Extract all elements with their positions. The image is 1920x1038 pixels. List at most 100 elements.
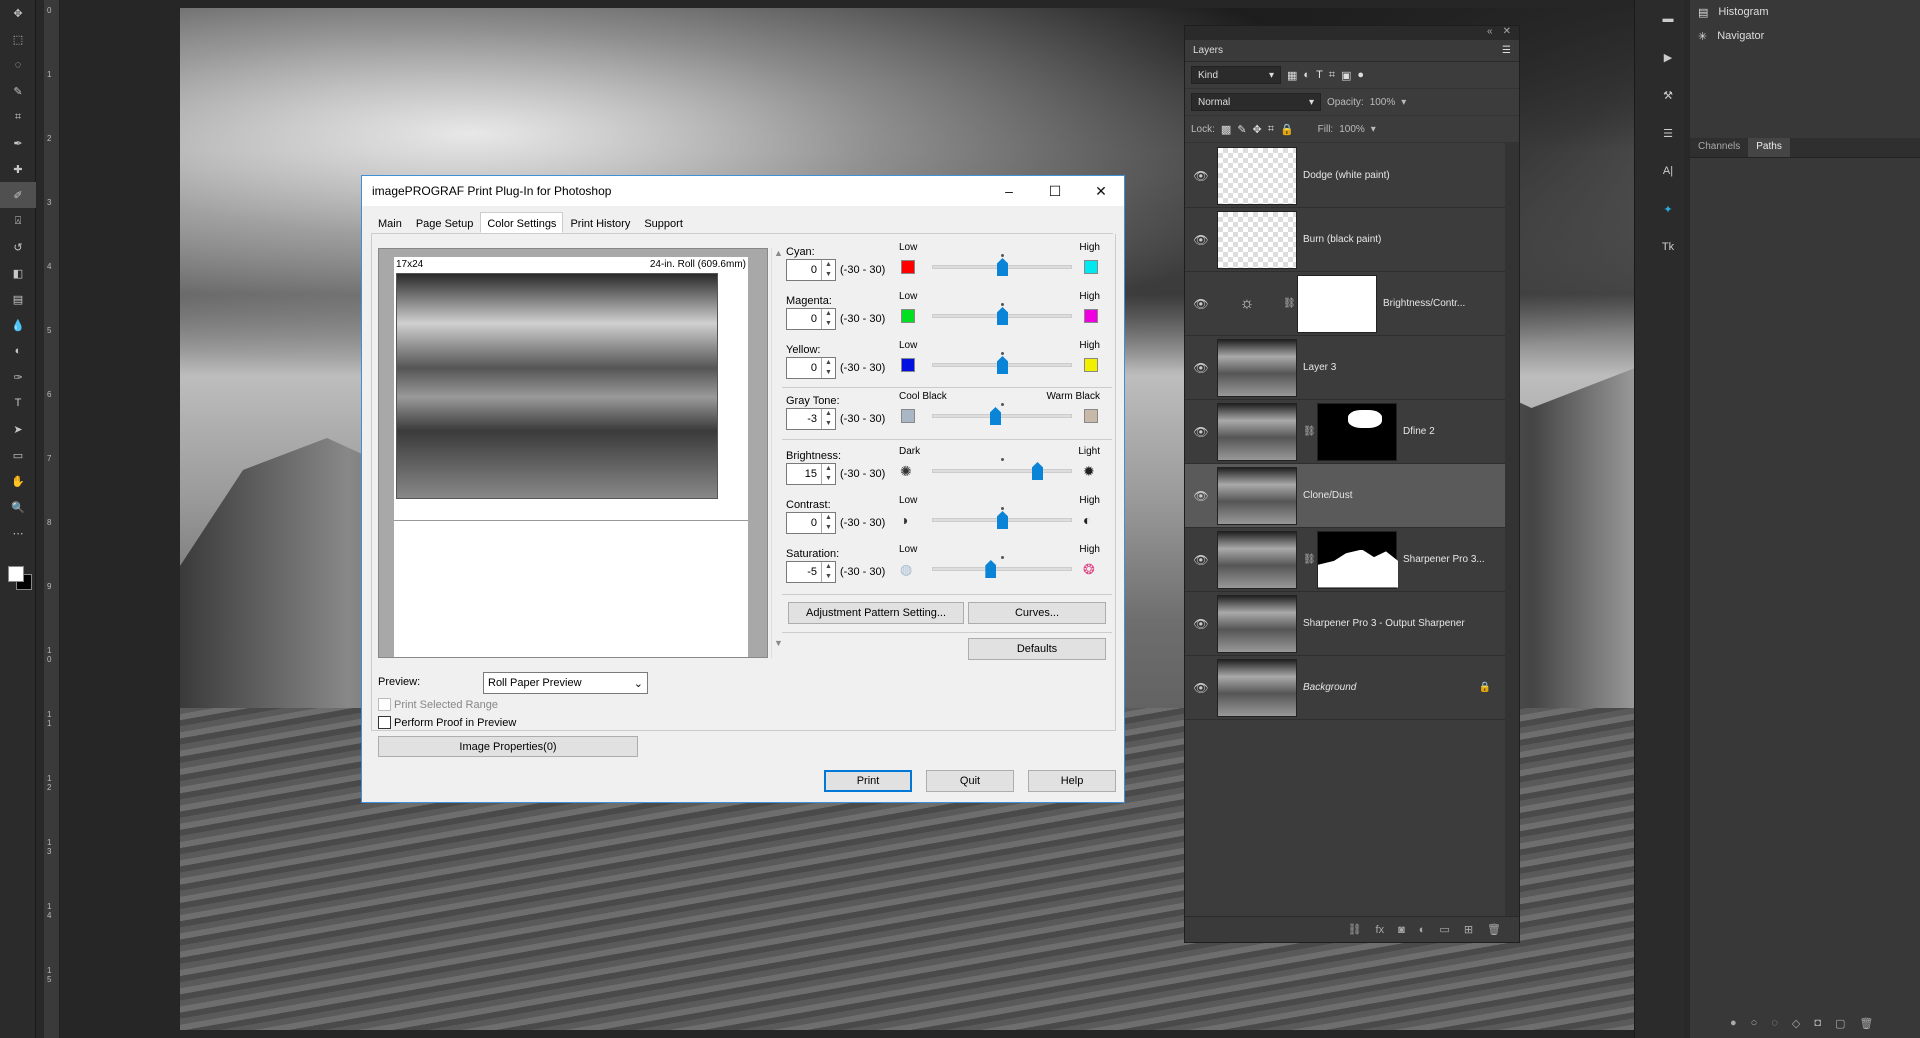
collapse-icon[interactable]: « (1487, 26, 1493, 40)
gray-tone-slider-track[interactable] (932, 414, 1072, 418)
spin-up-icon[interactable]: ▲ (822, 562, 835, 572)
minimize-icon[interactable]: – (986, 176, 1032, 206)
saturation-spinbox[interactable]: -5 ▲ ▼ (786, 561, 836, 583)
opacity-value[interactable]: 100% (1370, 97, 1396, 108)
print-selected-range-checkbox[interactable] (378, 698, 391, 711)
add-mask-icon[interactable]: ◙ (1398, 924, 1405, 936)
mask-link-icon[interactable]: ⛓ (1303, 554, 1316, 565)
layer-thumbnail[interactable] (1217, 146, 1297, 205)
histogram-item[interactable]: ▤ Histogram (1690, 0, 1920, 24)
fx-icon[interactable]: fx (1376, 924, 1385, 936)
spin-down-icon[interactable]: ▼ (822, 319, 835, 329)
spin-down-icon[interactable]: ▼ (822, 474, 835, 484)
layer-row[interactable]: 👁 ☼ ⛓ Brightness/Contr... (1185, 272, 1505, 336)
marquee-tool[interactable]: ⬚ (0, 26, 36, 52)
visibility-eye-icon[interactable]: 👁 (1185, 169, 1217, 183)
shape-tool[interactable]: ▭ (0, 442, 36, 468)
filter-adjustment-icon[interactable]: ◐ (1303, 69, 1310, 81)
layer-thumbnail[interactable] (1217, 338, 1297, 397)
tk-panel-icon[interactable]: Tk (1650, 228, 1686, 266)
healing-tool[interactable]: ✚ (0, 156, 36, 182)
filter-pixel-icon[interactable]: ▦ (1287, 69, 1297, 82)
lock-artboard-icon[interactable]: ⌗ (1268, 123, 1274, 136)
hand-tool[interactable]: ✋ (0, 468, 36, 494)
mask-link-icon[interactable]: ⛓ (1303, 426, 1316, 437)
navigator-item[interactable]: ✳ Navigator (1690, 24, 1920, 48)
lock-transparent-icon[interactable]: ▩ (1221, 123, 1231, 136)
visibility-eye-icon[interactable]: 👁 (1185, 617, 1217, 631)
stroke-path-icon[interactable]: ○ (1751, 1017, 1758, 1030)
spin-up-icon[interactable]: ▲ (822, 260, 835, 270)
layer-row[interactable]: 👁 ⛓ Sharpener Pro 3... (1185, 528, 1505, 592)
chevron-down-icon[interactable]: ▾ (1371, 124, 1376, 135)
layer-name[interactable]: Dfine 2 (1403, 426, 1505, 437)
layer-name[interactable]: Clone/Dust (1303, 490, 1505, 501)
load-selection-icon[interactable]: ◌ (1771, 1017, 1778, 1030)
maximize-icon[interactable]: ☐ (1032, 176, 1078, 206)
panel-menu-icon[interactable]: ☰ (1502, 45, 1511, 56)
layer-thumbnail[interactable] (1217, 530, 1297, 589)
add-mask-icon[interactable]: ◘ (1814, 1017, 1821, 1030)
print-button[interactable]: Print (824, 770, 912, 792)
blend-mode-select[interactable]: Normal ▾ (1191, 93, 1321, 111)
layer-name[interactable]: Dodge (white paint) (1303, 170, 1505, 181)
histogram-panel-icon[interactable]: ▬ (1650, 0, 1686, 38)
layer-mask-thumbnail[interactable] (1317, 530, 1398, 589)
layer-row[interactable]: 👁 Burn (black paint) (1185, 208, 1505, 272)
fill-path-icon[interactable]: ● (1730, 1017, 1737, 1030)
eyedropper-tool[interactable]: ✒ (0, 130, 36, 156)
gradient-tool[interactable]: ▤ (0, 286, 36, 312)
layer-name[interactable]: Background (1303, 682, 1479, 693)
tab-paths[interactable]: Paths (1748, 138, 1790, 157)
layer-row[interactable]: 👁 Clone/Dust (1185, 464, 1505, 528)
spin-up-icon[interactable]: ▲ (822, 409, 835, 419)
layer-name[interactable]: Brightness/Contr... (1383, 298, 1505, 309)
layer-thumbnail[interactable] (1217, 210, 1297, 269)
tab-main[interactable]: Main (371, 214, 409, 233)
dodge-tool[interactable]: ◐ (0, 338, 36, 364)
visibility-eye-icon[interactable]: 👁 (1185, 233, 1217, 247)
scroll-down-icon[interactable]: ▼ (772, 638, 785, 648)
more-tools[interactable]: ⋯ (0, 520, 36, 546)
filter-type-icon[interactable]: T (1316, 69, 1323, 81)
lock-position-icon[interactable]: ✥ (1253, 123, 1262, 136)
new-path-icon[interactable]: ▢ (1835, 1017, 1845, 1030)
quick-select-tool[interactable]: ✎ (0, 78, 36, 104)
layer-name[interactable]: Burn (black paint) (1303, 234, 1505, 245)
visibility-eye-icon[interactable]: 👁 (1185, 489, 1217, 503)
brightness-adjustment-icon[interactable]: ☼ (1217, 275, 1277, 333)
filter-smartobject-icon[interactable]: ▣ (1341, 69, 1351, 82)
spin-down-icon[interactable]: ▼ (822, 419, 835, 429)
mask-link-icon[interactable]: ⛓ (1283, 298, 1296, 309)
layers-scrollbar[interactable] (1505, 142, 1519, 942)
type-tool[interactable]: T (0, 390, 36, 416)
visibility-eye-icon[interactable]: 👁 (1185, 361, 1217, 375)
chevron-down-icon[interactable]: ▾ (1401, 97, 1406, 108)
spin-up-icon[interactable]: ▲ (822, 358, 835, 368)
brightness-slider-track[interactable] (932, 469, 1072, 473)
layer-row[interactable]: 👁 Dodge (white paint) (1185, 144, 1505, 208)
lasso-tool[interactable]: ◌ (0, 52, 36, 78)
preview-select[interactable]: Roll Paper Preview ⌄ (483, 672, 648, 694)
spin-up-icon[interactable]: ▲ (822, 464, 835, 474)
trash-icon[interactable]: 🗑 (1487, 923, 1501, 936)
crop-tool[interactable]: ⌗ (0, 104, 36, 130)
play-icon[interactable]: ▶ (1650, 38, 1686, 76)
defaults-button[interactable]: Defaults (968, 638, 1106, 660)
filter-toggle-icon[interactable]: ● (1357, 69, 1364, 81)
glyphs-icon[interactable]: A| (1650, 152, 1686, 190)
layer-name[interactable]: Sharpener Pro 3... (1403, 554, 1505, 565)
tab-color-settings[interactable]: Color Settings (480, 212, 564, 233)
scroll-up-icon[interactable]: ▲ (772, 248, 785, 258)
blur-tool[interactable]: 💧 (0, 312, 36, 338)
layer-row[interactable]: 👁 ⛓ Dfine 2 (1185, 400, 1505, 464)
gray-tone-spinbox[interactable]: -3 ▲ ▼ (786, 408, 836, 430)
layer-mask-thumbnail[interactable] (1317, 402, 1397, 461)
folder-icon[interactable]: ▭ (1439, 923, 1449, 936)
history-brush-tool[interactable]: ↺ (0, 234, 36, 260)
eraser-tool[interactable]: ◧ (0, 260, 36, 286)
spin-down-icon[interactable]: ▼ (822, 572, 835, 582)
delete-path-icon[interactable]: 🗑 (1859, 1017, 1873, 1030)
image-properties-button[interactable]: Image Properties(0) (378, 736, 638, 757)
pen-tool[interactable]: ✑ (0, 364, 36, 390)
